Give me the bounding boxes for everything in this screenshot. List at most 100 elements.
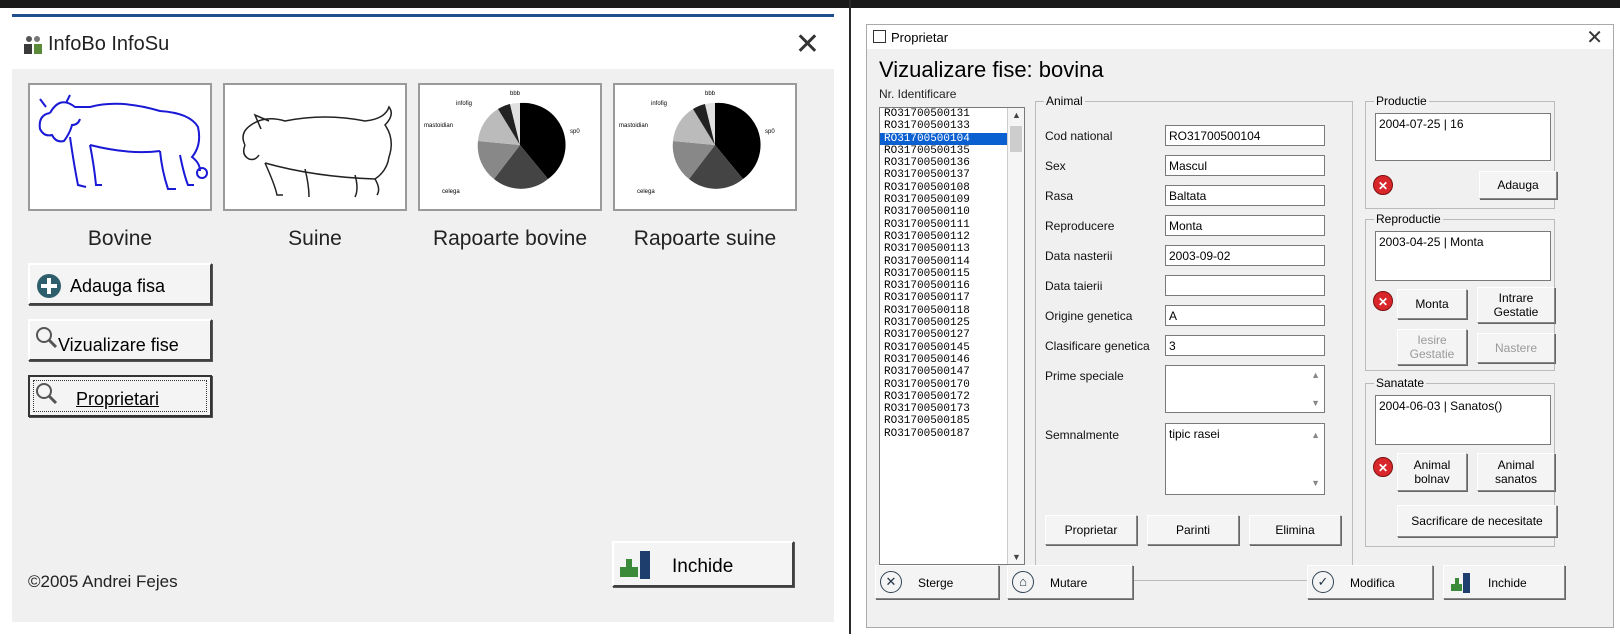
list-item[interactable]: RO31700500147 xyxy=(880,366,1024,378)
list-item[interactable]: RO31700500111 xyxy=(880,219,1024,231)
list-item[interactable]: RO31700500135 xyxy=(880,145,1024,157)
scroll-down-icon[interactable]: ▼ xyxy=(1012,552,1021,562)
listbox-scrollbar[interactable]: ▲ ▼ xyxy=(1007,108,1024,564)
owner-button[interactable]: Proprietar xyxy=(1045,515,1137,545)
reproductie-title: Reproductie xyxy=(1374,212,1443,226)
field-label: Data nasterii xyxy=(1045,249,1113,263)
add-fisa-button[interactable]: Adauga fisa xyxy=(28,263,212,305)
pig-image xyxy=(242,105,392,198)
scroll-down-icon[interactable]: ▼ xyxy=(1311,398,1320,408)
list-item[interactable]: RO31700500113 xyxy=(880,243,1024,255)
productie-title: Productie xyxy=(1374,94,1429,108)
modifica-button[interactable]: ✓ Modifica xyxy=(1307,565,1433,599)
bolnav-line2: bolnav xyxy=(1414,472,1450,486)
list-item[interactable]: RO31700500137 xyxy=(880,169,1024,181)
list-item[interactable]: RO31700500116 xyxy=(880,280,1024,292)
copyright-text: ©2005 Andrei Fejes xyxy=(28,572,178,591)
scroll-up-icon[interactable]: ▲ xyxy=(1311,430,1320,440)
productie-entry: 2004-07-25 | 16 xyxy=(1379,117,1464,131)
list-item[interactable]: RO31700500185 xyxy=(880,415,1024,427)
home-icon: ⌂ xyxy=(1012,571,1034,593)
list-item[interactable]: RO31700500136 xyxy=(880,157,1024,169)
field-input[interactable]: A xyxy=(1165,305,1325,326)
semnalmente-label: Semnalmente xyxy=(1045,428,1120,442)
list-item[interactable]: RO31700500187 xyxy=(880,428,1024,440)
view-fise-label: Vizualizare fise xyxy=(58,335,179,355)
list-item[interactable]: RO31700500118 xyxy=(880,305,1024,317)
list-item[interactable]: RO31700500145 xyxy=(880,342,1024,354)
mutare-label: Mutare xyxy=(1050,576,1088,590)
sterge-button[interactable]: ✕ Sterge xyxy=(875,565,999,599)
close-icon[interactable]: ✕ xyxy=(1586,25,1603,50)
parents-button[interactable]: Parinti xyxy=(1147,515,1239,545)
list-item[interactable]: RO31700500170 xyxy=(880,379,1024,391)
animal-bolnav-button[interactable]: Animal bolnav xyxy=(1397,453,1467,491)
list-item[interactable]: RO31700500110 xyxy=(880,206,1024,218)
scroll-down-icon[interactable]: ▼ xyxy=(1311,478,1320,488)
add-productie-button[interactable]: Adauga xyxy=(1479,171,1557,199)
scroll-up-icon[interactable]: ▲ xyxy=(1311,370,1320,380)
pie-label-sp0: sp0 xyxy=(765,129,775,135)
list-item[interactable]: RO31700500173 xyxy=(880,403,1024,415)
list-item[interactable]: RO31700500117 xyxy=(880,292,1024,304)
nastere-button[interactable]: Nastere xyxy=(1477,333,1555,363)
list-item[interactable]: RO31700500125 xyxy=(880,317,1024,329)
list-item[interactable]: RO31700500108 xyxy=(880,182,1024,194)
proprietari-button[interactable]: Proprietari xyxy=(28,375,212,417)
sterge-label: Sterge xyxy=(918,576,954,590)
productie-list[interactable]: 2004-07-25 | 16 xyxy=(1375,113,1551,161)
reproductie-list[interactable]: 2003-04-25 | Monta xyxy=(1375,231,1551,281)
inchide-button[interactable]: Inchide xyxy=(1443,565,1565,599)
tile-label-rapoarte-bovine: Rapoarte bovine xyxy=(432,227,588,250)
field-input[interactable]: Monta xyxy=(1165,215,1325,236)
add-fisa-label: Adauga fisa xyxy=(70,276,166,296)
remove-button[interactable]: Elimina xyxy=(1249,515,1341,545)
delete-sanatate-icon[interactable]: ✕ xyxy=(1373,457,1393,477)
monta-button[interactable]: Monta xyxy=(1397,289,1467,319)
field-input[interactable]: 2003-09-02 xyxy=(1165,245,1325,266)
scroll-thumb[interactable] xyxy=(1010,126,1022,152)
iesire-gestatie-button[interactable]: Iesire Gestatie xyxy=(1397,329,1467,365)
intrare-gestatie-button[interactable]: Intrare Gestatie xyxy=(1477,287,1555,323)
prime-textarea[interactable]: ▲ ▼ xyxy=(1165,365,1325,413)
delete-reproductie-icon[interactable]: ✕ xyxy=(1373,291,1393,311)
close-button-label: Inchide xyxy=(672,556,734,577)
tile-bovine[interactable] xyxy=(28,83,212,211)
tile-suine[interactable] xyxy=(223,83,407,211)
field-input[interactable]: RO31700500104 xyxy=(1165,125,1325,146)
inchide-label: Inchide xyxy=(1488,576,1527,590)
list-item[interactable]: RO31700500131 xyxy=(880,108,1024,120)
semnalmente-textarea[interactable]: tipic rasei ▲ ▼ xyxy=(1165,423,1325,495)
pie-label-infofig: infofig xyxy=(456,101,472,107)
list-item[interactable]: RO31700500127 xyxy=(880,329,1024,341)
semnalmente-value: tipic rasei xyxy=(1169,427,1220,441)
proprietar-titlebar: Proprietar ✕ xyxy=(867,25,1613,49)
pie-label-bbb: bbb xyxy=(510,91,521,97)
field-input[interactable]: 3 xyxy=(1165,335,1325,356)
list-item[interactable]: RO31700500109 xyxy=(880,194,1024,206)
sacrificare-button[interactable]: Sacrificare de necesitate xyxy=(1397,505,1557,537)
list-item[interactable]: RO31700500133 xyxy=(880,120,1024,132)
list-item[interactable]: RO31700500146 xyxy=(880,354,1024,366)
list-item[interactable]: RO31700500114 xyxy=(880,256,1024,268)
delete-productie-icon[interactable]: ✕ xyxy=(1373,175,1393,195)
field-input[interactable] xyxy=(1165,275,1325,296)
close-icon[interactable]: ✕ xyxy=(795,27,820,62)
modifica-label: Modifica xyxy=(1350,576,1395,590)
list-item[interactable]: RO31700500112 xyxy=(880,231,1024,243)
sanatate-list[interactable]: 2004-06-03 | Sanatos() xyxy=(1375,395,1551,445)
list-item[interactable]: RO31700500115 xyxy=(880,268,1024,280)
mutare-button[interactable]: ⌂ Mutare xyxy=(1007,565,1133,599)
magnifier-icon xyxy=(36,327,58,349)
close-button[interactable]: Inchide xyxy=(612,541,794,587)
tile-rapoarte-bovine[interactable]: infofig bbb mastoidian sp0 celega xyxy=(418,83,602,211)
tile-rapoarte-suine[interactable]: infofig bbb mastoidian sp0 celega xyxy=(613,83,797,211)
field-input[interactable]: Baltata xyxy=(1165,185,1325,206)
animal-sanatos-button[interactable]: Animal sanatos xyxy=(1477,453,1555,491)
id-listbox[interactable]: RO31700500131 RO31700500133 RO31700500104 R… xyxy=(879,107,1025,565)
list-item[interactable]: RO31700500104 xyxy=(880,132,1024,145)
list-item[interactable]: RO31700500172 xyxy=(880,391,1024,403)
scroll-up-icon[interactable]: ▲ xyxy=(1012,110,1021,120)
field-input[interactable]: Mascul xyxy=(1165,155,1325,176)
view-fise-button[interactable]: Vizualizare fise xyxy=(28,319,212,361)
